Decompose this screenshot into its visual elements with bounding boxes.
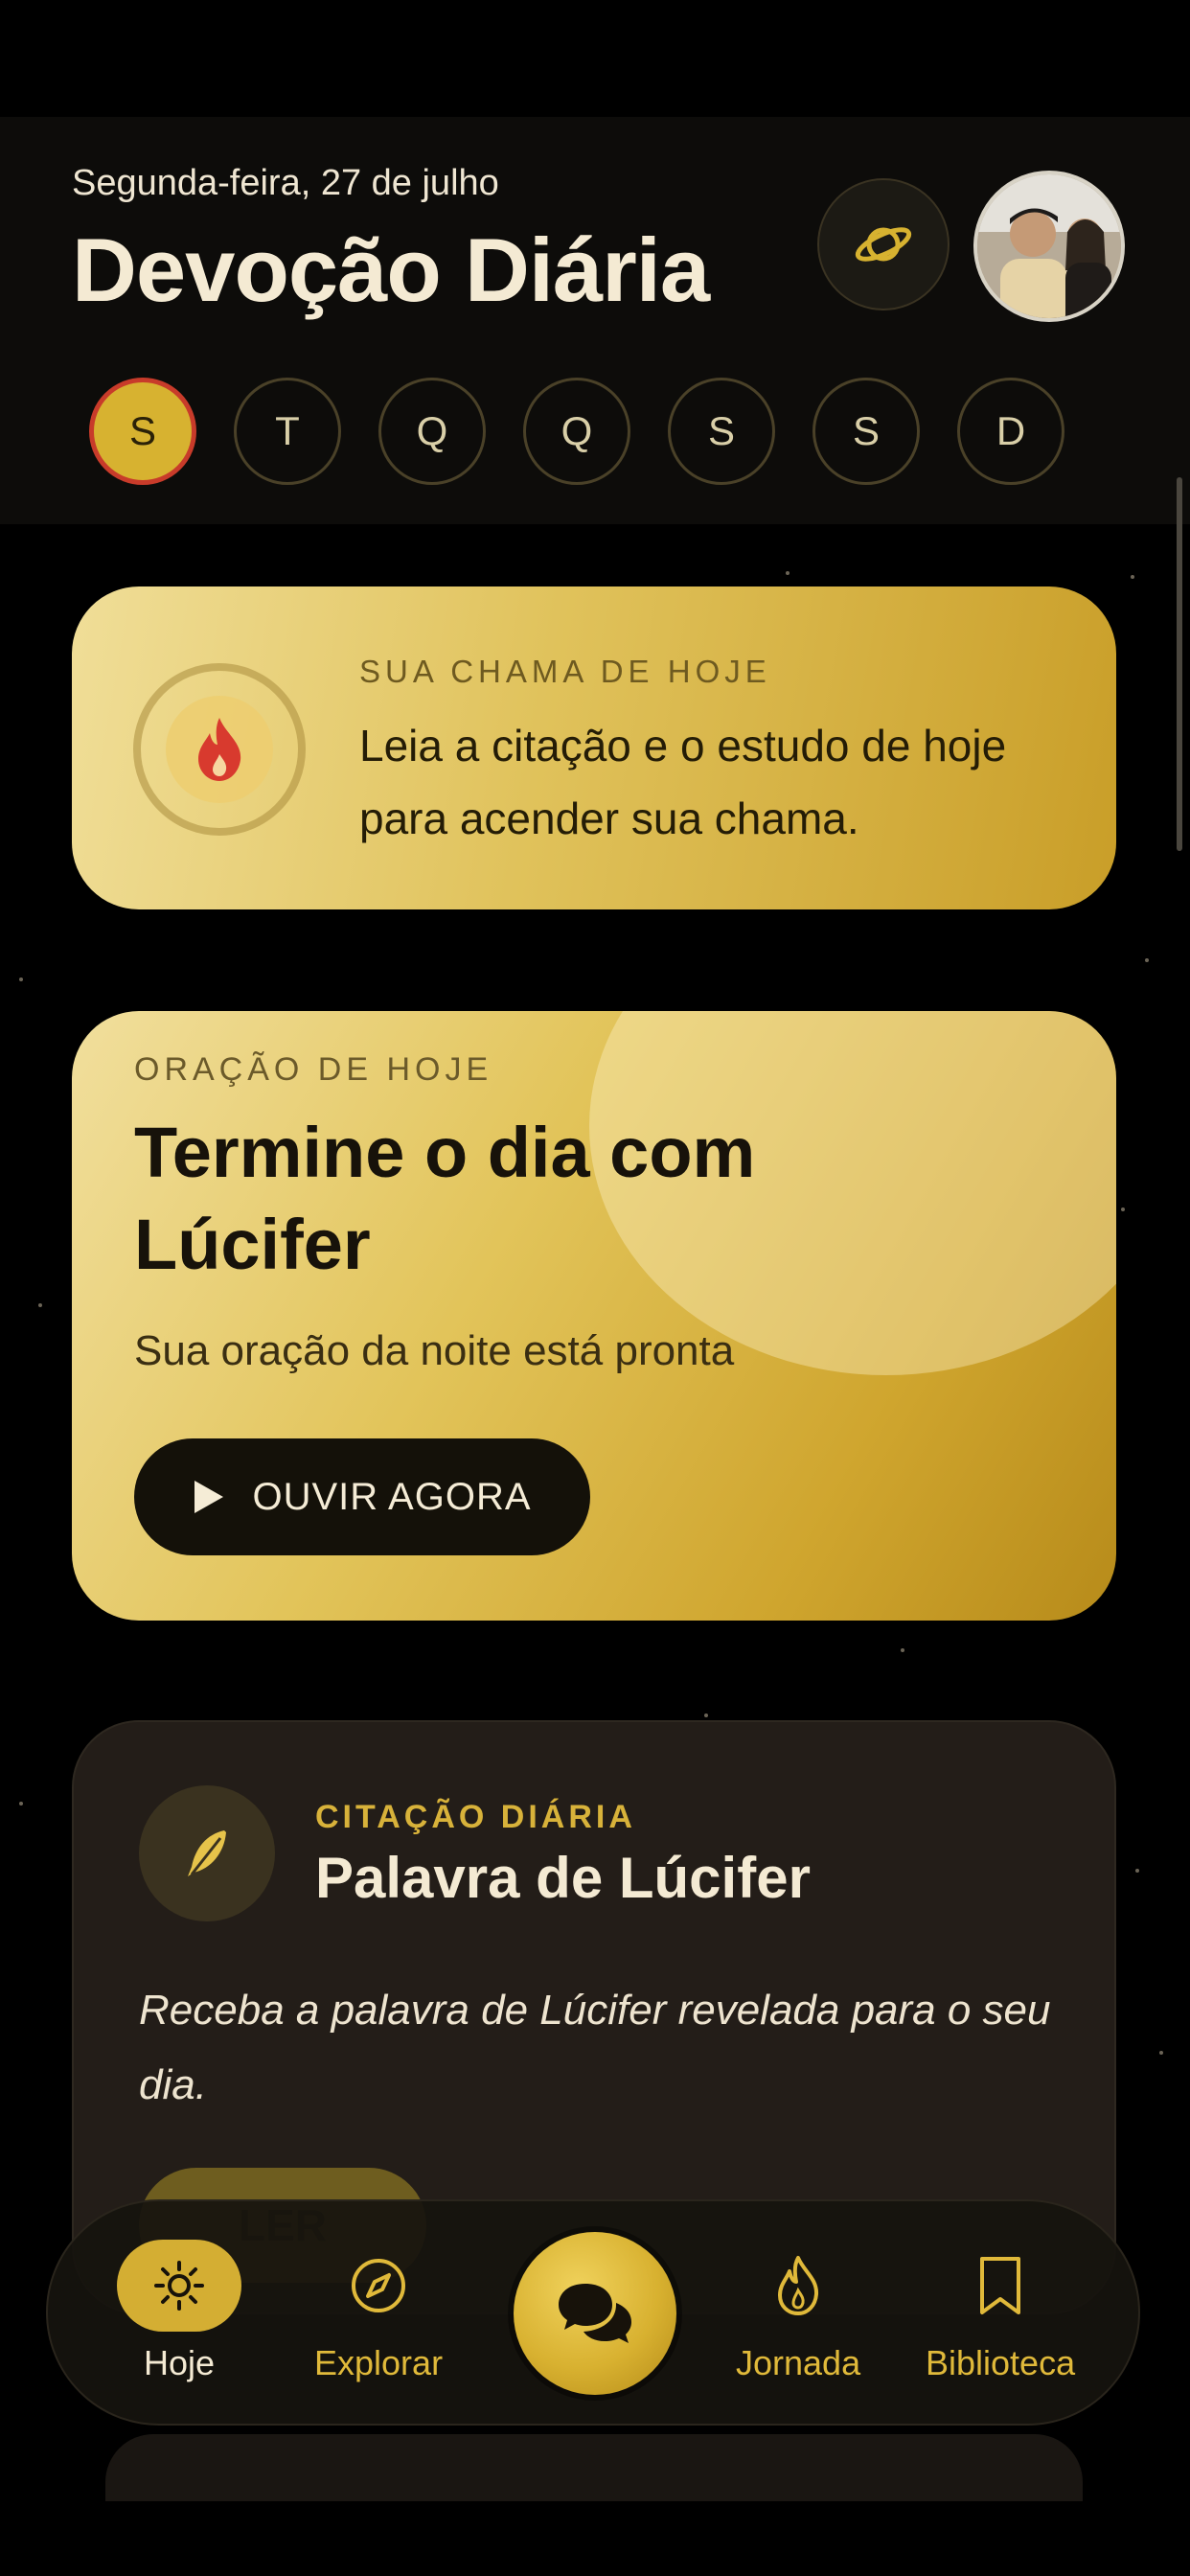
daily-flame-card[interactable]: SUA CHAMA DE HOJE Leia a citação e o est… bbox=[72, 586, 1116, 909]
listen-now-label: OUVIR AGORA bbox=[252, 1475, 532, 1518]
day-friday[interactable]: S bbox=[668, 378, 775, 485]
flame-icon bbox=[778, 2256, 819, 2315]
prayer-card[interactable]: ORAÇÃO DE HOJE Termine o dia com Lúcifer… bbox=[72, 1011, 1116, 1621]
planet-button[interactable] bbox=[817, 178, 950, 310]
prayer-title: Termine o dia com Lúcifer bbox=[134, 1113, 756, 1284]
chat-button[interactable] bbox=[514, 2232, 676, 2395]
flame-badge bbox=[133, 663, 306, 836]
nav-label-biblioteca: Biblioteca bbox=[926, 2343, 1076, 2382]
nav-item-jornada[interactable]: Jornada bbox=[736, 2240, 860, 2383]
user-avatar[interactable] bbox=[973, 171, 1125, 322]
bookmark-icon bbox=[980, 2257, 1021, 2314]
nav-item-hoje[interactable]: Hoje bbox=[117, 2240, 241, 2383]
quote-title: Palavra de Lúcifer bbox=[315, 1846, 811, 1910]
flame-icon bbox=[198, 718, 241, 781]
quote-text: Receba a palavra de Lúcifer revelada par… bbox=[139, 1987, 1051, 2108]
day-thursday[interactable]: Q bbox=[523, 378, 630, 485]
bottom-navigation: Hoje Explorar Jornada Biblioteca bbox=[46, 2199, 1140, 2426]
feather-icon bbox=[188, 1830, 226, 1876]
play-icon bbox=[195, 1481, 224, 1513]
flame-kicker: SUA CHAMA DE HOJE bbox=[359, 654, 771, 689]
day-monday[interactable]: S bbox=[89, 378, 196, 485]
quote-kicker: CITAÇÃO DIÁRIA bbox=[315, 1799, 636, 1835]
day-sunday[interactable]: D bbox=[957, 378, 1064, 485]
chat-bubbles-icon bbox=[559, 2284, 631, 2343]
flame-description: Leia a citação e o estudo de hoje para a… bbox=[359, 721, 1007, 843]
prayer-kicker: ORAÇÃO DE HOJE bbox=[134, 1051, 493, 1088]
day-wednesday[interactable]: Q bbox=[378, 378, 486, 485]
scrollbar[interactable] bbox=[1177, 477, 1182, 851]
sun-icon bbox=[154, 2261, 204, 2311]
prayer-subtitle: Sua oração da noite está pronta bbox=[134, 1327, 735, 1374]
page-title: Devoção Diária bbox=[72, 219, 710, 320]
avatar-photo bbox=[977, 174, 1121, 318]
next-card-edge bbox=[105, 2434, 1083, 2501]
planet-icon bbox=[855, 227, 912, 262]
current-date: Segunda-feira, 27 de julho bbox=[72, 163, 499, 203]
nav-label-jornada: Jornada bbox=[736, 2343, 861, 2382]
nav-item-explorar[interactable]: Explorar bbox=[314, 2240, 443, 2383]
day-saturday[interactable]: S bbox=[812, 378, 920, 485]
quill-badge bbox=[139, 1785, 275, 1921]
nav-item-biblioteca[interactable]: Biblioteca bbox=[926, 2240, 1075, 2383]
weekday-selector: S T Q Q S S D bbox=[89, 378, 1097, 489]
nav-label-explorar: Explorar bbox=[314, 2343, 444, 2382]
compass-icon bbox=[352, 2259, 406, 2312]
listen-now-button[interactable]: OUVIR AGORA bbox=[134, 1438, 590, 1555]
nav-label-hoje: Hoje bbox=[143, 2343, 216, 2382]
day-tuesday[interactable]: T bbox=[234, 378, 341, 485]
